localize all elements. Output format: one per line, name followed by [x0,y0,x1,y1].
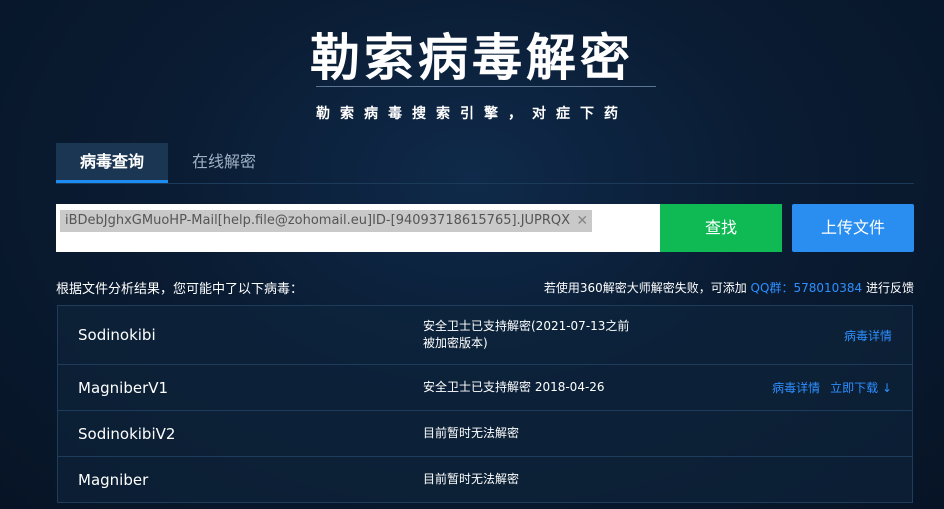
tab-divider [56,183,914,184]
search-input[interactable]: iBDebJghxGMuoHP-Mail[help.file@zohomail.… [56,204,660,252]
page-title: 勒索病毒解密 [310,29,634,87]
table-row: MagniberV1 安全卫士已支持解密 2018-04-26 病毒详情 立即下… [57,364,913,410]
feedback-suffix: 进行反馈 [865,281,914,295]
virus-name: Sodinokibi [78,326,156,344]
decrypt-status: 目前暂时无法解密 [423,426,520,440]
decrypt-status: 安全卫士已支持解密 2018-04-26 [423,380,605,394]
result-summary: 根据文件分析结果，您可能中了以下病毒： [56,282,304,297]
tab-bar: 病毒查询 在线解密 [56,143,914,183]
feedback-note: 若使用360解密大师解密失败，可添加 QQ群：578010384 进行反馈 [544,279,914,296]
virus-name: Magniber [78,470,149,489]
close-icon[interactable]: ✕ [576,210,588,232]
row-links: 病毒详情 [844,306,892,364]
virus-result-table: Sodinokibi 安全卫士已支持解密(2021-07-13之前被加密版本) … [57,305,913,503]
row-links: 病毒详情 立即下载 ↓ [772,365,892,410]
search-value-chip[interactable]: iBDebJghxGMuoHP-Mail[help.file@zohomail.… [60,210,593,232]
search-button[interactable]: 查找 [660,204,782,252]
decrypt-status: 安全卫士已支持解密(2021-07-13之前被加密版本) [423,319,630,350]
table-row: Sodinokibi 安全卫士已支持解密(2021-07-13之前被加密版本) … [57,305,913,364]
search-value-text: iBDebJghxGMuoHP-Mail[help.file@zohomail.… [65,213,571,228]
upload-file-button[interactable]: 上传文件 [792,204,914,252]
virus-detail-link[interactable]: 病毒详情 [844,327,892,344]
feedback-prefix: 若使用360解密大师解密失败，可添加 [543,281,747,295]
table-row: Magniber 目前暂时无法解密 [57,456,913,503]
download-now-link[interactable]: 立即下载 ↓ [830,379,892,396]
title-divider [316,86,656,87]
qq-group-link[interactable]: QQ群：578010384 [751,281,863,295]
table-row: SodinokibiV2 目前暂时无法解密 [57,410,913,456]
virus-name: MagniberV1 [78,378,169,397]
tab-virus-query[interactable]: 病毒查询 [56,143,168,183]
virus-detail-link[interactable]: 病毒详情 [772,379,820,396]
tab-online-decrypt[interactable]: 在线解密 [168,143,280,181]
virus-name: SodinokibiV2 [78,424,176,443]
decrypt-status: 目前暂时无法解密 [423,472,520,486]
page-subtitle: 勒索病毒搜索引擎，对症下药 [316,106,628,122]
